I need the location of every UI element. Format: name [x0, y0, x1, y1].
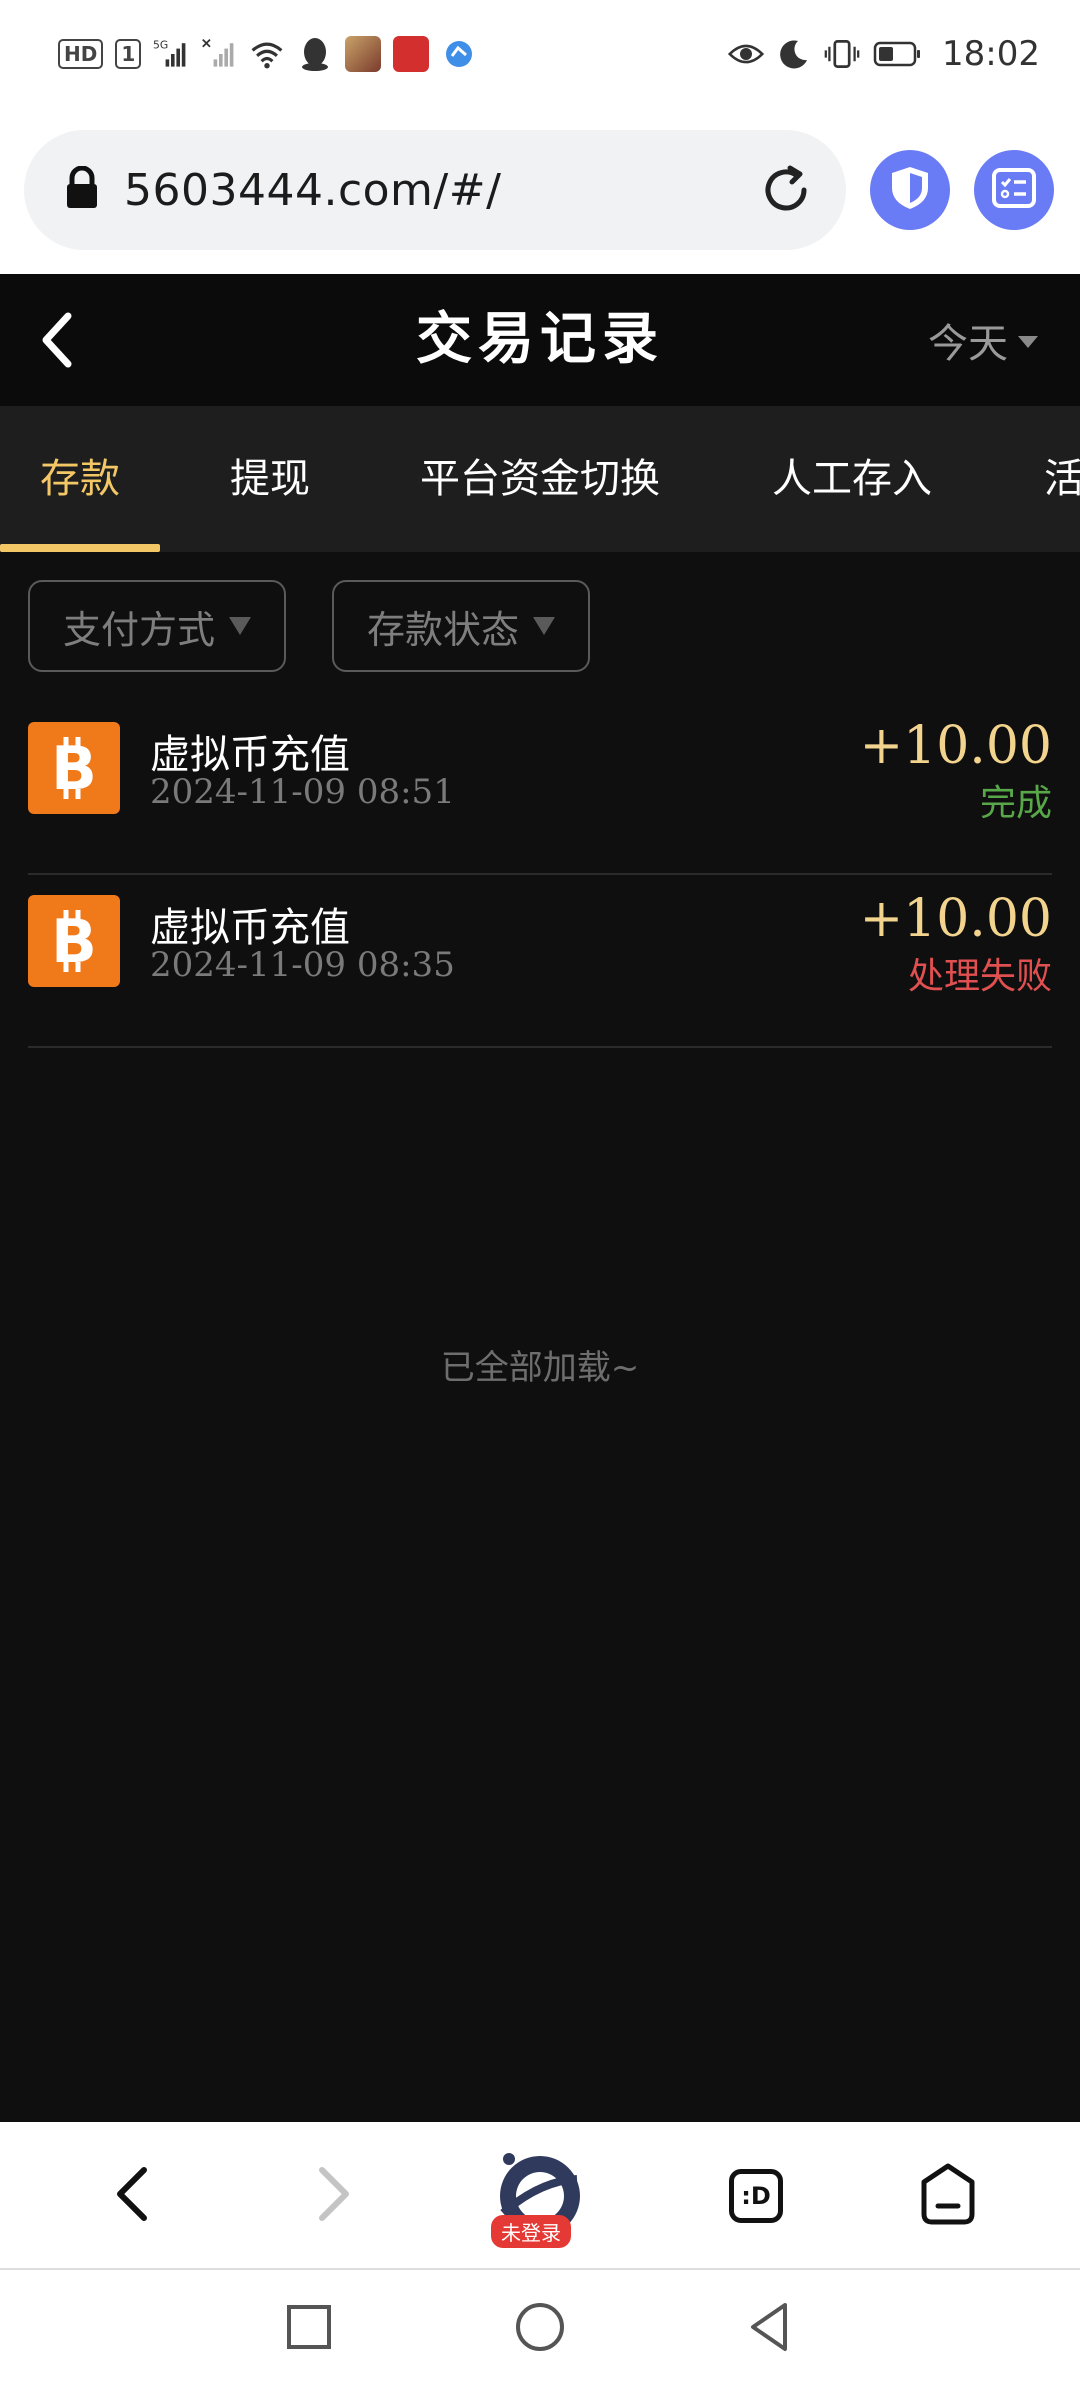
record-amount: +10.00 [859, 716, 1052, 776]
tab-manual-deposit[interactable]: 人工存入 [772, 406, 932, 552]
signal-no-sim-icon [201, 36, 237, 72]
home-icon [916, 2162, 980, 2230]
status-left: HD 1 5G [58, 36, 477, 72]
deposit-status-label: 存款状态 [366, 607, 519, 652]
payment-method-label: 支付方式 [62, 607, 215, 652]
battery-icon [872, 36, 922, 72]
page-title: 交易记录 [416, 307, 664, 372]
date-filter-label: 今天 [928, 321, 1008, 367]
back-nav-button[interactable] [735, 2294, 805, 2364]
record-amount: +10.00 [859, 889, 1052, 949]
tab-withdraw[interactable]: 提现 [230, 406, 310, 552]
tab-platform-transfer[interactable]: 平台资金切换 [420, 406, 660, 552]
app-notification-icon [393, 36, 430, 72]
browser-forward-button[interactable] [284, 2146, 384, 2246]
square-icon [284, 2302, 334, 2356]
signal-5g-icon: 5G [153, 36, 189, 72]
home-nav-button[interactable] [505, 2294, 575, 2364]
eye-icon [728, 36, 765, 72]
triangle-back-icon [745, 2300, 795, 2358]
record-status: 完成 [979, 783, 1052, 824]
record-type-tabs: 存款 提现 平台资金切换 人工存入 活 [0, 406, 1080, 552]
tab-deposit[interactable]: 存款 [40, 406, 120, 552]
status-time: 18:02 [942, 34, 1040, 74]
url-field[interactable]: 5603444.com/#/ [24, 130, 846, 250]
record-list: B 虚拟币充值 2024-11-09 08:51 +10.00 完成 B 虚拟币… [28, 702, 1052, 1048]
system-navigation-bar [0, 2270, 1080, 2388]
account-button[interactable]: 未登录 [490, 2146, 590, 2248]
record-row[interactable]: B 虚拟币充值 2024-11-09 08:51 +10.00 完成 [28, 702, 1052, 875]
forward-arrow-icon [314, 2164, 354, 2228]
planet-avatar-icon: 未登录 [491, 2151, 585, 2248]
circle-icon [513, 2300, 567, 2358]
reload-icon[interactable] [756, 160, 816, 220]
record-status: 处理失败 [907, 956, 1052, 997]
url-text[interactable]: 5603444.com/#/ [124, 165, 501, 216]
caret-down-icon [229, 617, 251, 635]
browser-address-bar: 5603444.com/#/ [0, 108, 1080, 274]
active-tab-indicator [0, 544, 160, 552]
bitcoin-icon: B [28, 722, 120, 814]
chevron-down-icon [1018, 336, 1038, 348]
task-list-icon [992, 168, 1036, 212]
tabs-button[interactable]: :D [706, 2146, 806, 2246]
home-button[interactable] [898, 2146, 998, 2246]
record-row[interactable]: B 虚拟币充值 2024-11-09 08:35 +10.00 处理失败 [28, 875, 1052, 1048]
date-filter-dropdown[interactable]: 今天 [928, 274, 1038, 406]
lock-icon [64, 165, 100, 214]
load-complete-text: 已全部加载~ [440, 1348, 640, 1388]
page-header: 交易记录 今天 [0, 274, 1080, 406]
qq-icon [297, 36, 333, 72]
svg-text:B: B [51, 735, 97, 801]
tabs-icon: :D [729, 2169, 783, 2223]
vibrate-icon [824, 36, 860, 72]
transaction-records-page: 交易记录 今天 存款 提现 平台资金切换 人工存入 活 支付方式 存款状态 B … [0, 274, 1080, 2122]
browser-notification-icon [441, 36, 477, 72]
filter-bar: 支付方式 存款状态 [28, 580, 590, 672]
shield-icon [888, 164, 932, 216]
browser-back-button[interactable] [82, 2146, 182, 2246]
moon-icon [776, 36, 812, 72]
record-time: 2024-11-09 08:51 [150, 772, 455, 812]
payment-method-filter[interactable]: 支付方式 [28, 580, 286, 672]
caret-down-icon [533, 617, 555, 635]
deposit-status-filter[interactable]: 存款状态 [332, 580, 590, 672]
bitcoin-icon: B [28, 895, 120, 987]
sim-badge: 1 [115, 39, 142, 69]
task-list-button[interactable] [974, 150, 1054, 230]
status-bar: HD 1 5G 18:02 [0, 0, 1080, 108]
back-arrow-icon [112, 2164, 152, 2228]
status-right: 18:02 [728, 34, 1040, 74]
browser-bottom-toolbar: 未登录 :D [0, 2122, 1080, 2270]
record-time: 2024-11-09 08:35 [150, 945, 455, 985]
hd-badge: HD [58, 39, 104, 69]
login-status-badge: 未登录 [491, 2215, 571, 2248]
svg-text:5G: 5G [153, 39, 168, 52]
svg-text:B: B [51, 908, 97, 974]
app-notification-icon [345, 36, 382, 72]
tab-activity[interactable]: 活 [1044, 406, 1080, 552]
shield-button[interactable] [870, 150, 950, 230]
wifi-icon [249, 36, 285, 72]
recent-apps-button[interactable] [274, 2294, 344, 2364]
